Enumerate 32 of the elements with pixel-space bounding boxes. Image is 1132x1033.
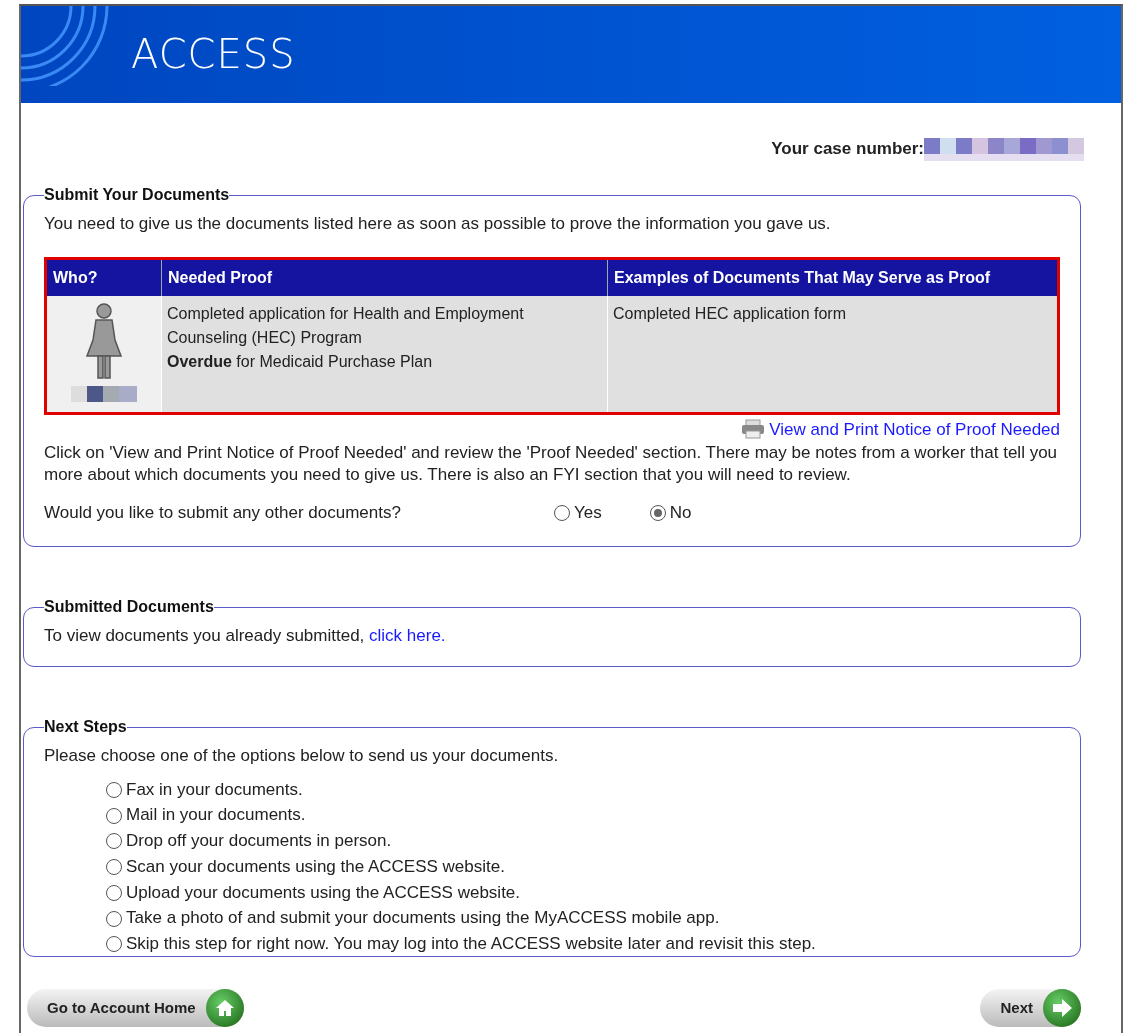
radio-option[interactable]: No bbox=[649, 500, 692, 526]
section-legend: Submit Your Documents bbox=[44, 187, 230, 203]
radio-option[interactable]: Drop off your documents in person. bbox=[106, 830, 392, 853]
radio-option[interactable]: Fax in your documents. bbox=[106, 778, 303, 801]
radio-option[interactable]: Mail in your documents. bbox=[106, 804, 306, 827]
arrow-right-icon bbox=[1051, 998, 1073, 1018]
example-text: Completed HEC application form bbox=[613, 304, 846, 322]
account-home-button[interactable]: Go to Account Home bbox=[27, 989, 244, 1027]
radio-option[interactable]: Scan your documents using the ACCESS website. bbox=[106, 855, 505, 879]
case-number-label: Your case number: bbox=[771, 138, 924, 161]
pixelated-name bbox=[71, 386, 137, 403]
click-here-link[interactable]: click here. bbox=[369, 626, 446, 645]
instructions-text: Click on 'View and Print Notice of Proof Needed' and review the 'Proof Needed' section. There may be notes from a worker that tell you more about which documents you need to give us. There is also an FYI section that you will need to review. bbox=[44, 442, 1059, 487]
intro-text: Please choose one of the options below to send us your documents. bbox=[44, 745, 560, 767]
radio-option[interactable]: Take a photo of and submit your documents using the MyACCESS mobile app. bbox=[106, 907, 720, 930]
section-legend: Submitted Documents bbox=[44, 599, 214, 615]
submitted-text: To view documents you already submitted, bbox=[44, 626, 365, 645]
print-notice-link[interactable]: View and Print Notice of Proof Needed bbox=[769, 416, 1060, 442]
printer-icon[interactable] bbox=[741, 419, 766, 440]
app-title: ACCESS bbox=[131, 30, 296, 79]
next-button[interactable]: Next bbox=[980, 989, 1081, 1027]
home-icon bbox=[214, 998, 235, 1018]
column-header: Needed Proof bbox=[161, 258, 608, 296]
intro-text: You need to give us the documents listed here as soon as possible to prove the information you gave us. bbox=[44, 213, 832, 235]
section-legend: Next Steps bbox=[44, 719, 127, 735]
radio-option[interactable]: Yes bbox=[554, 500, 602, 526]
column-header: Examples of Documents That May Serve as Proof bbox=[607, 258, 1059, 296]
column-header: Who? bbox=[45, 258, 162, 296]
proof-text: Overdue for Medicaid Purchase Plan bbox=[167, 351, 434, 372]
question-text: Would you like to submit any other documents? bbox=[44, 502, 402, 525]
radio-option[interactable]: Skip this step for right now. You may log into the ACCESS website later and revisit this step. bbox=[106, 933, 816, 956]
radio-option[interactable]: Upload your documents using the ACCESS website. bbox=[106, 881, 521, 904]
